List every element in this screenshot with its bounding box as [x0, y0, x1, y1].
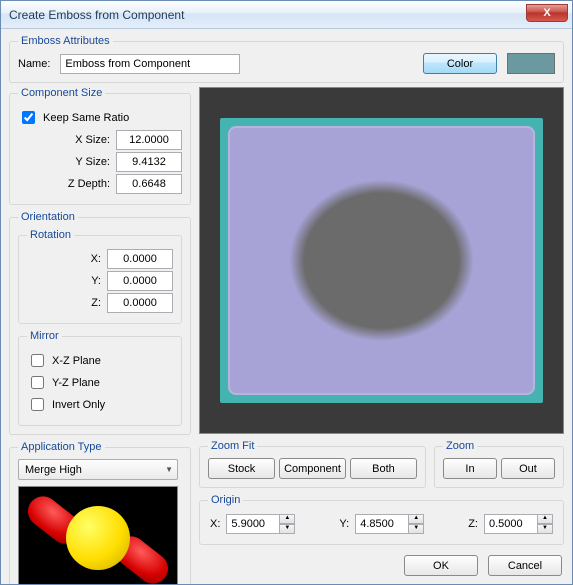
rot-z-label: Z: — [81, 297, 101, 309]
mirror-xz-checkbox[interactable]: X-Z Plane — [27, 351, 173, 370]
dialog-window: Create Emboss from Component X Emboss At… — [0, 0, 573, 585]
rotation-group: Rotation X: Y: Z: — [18, 229, 182, 324]
emboss-attributes-group: Emboss Attributes Name: Color — [9, 35, 564, 83]
rot-x-label: X: — [81, 253, 101, 265]
spin-down-icon[interactable]: ▼ — [279, 524, 295, 534]
apptype-value: Merge High — [25, 464, 82, 476]
component-size-group: Component Size Keep Same Ratio X Size: Y… — [9, 87, 191, 205]
invert-only-checkbox[interactable]: Invert Only — [27, 395, 173, 414]
apptype-preview — [18, 486, 178, 584]
cancel-button[interactable]: Cancel — [488, 555, 562, 576]
titlebar[interactable]: Create Emboss from Component X — [1, 1, 572, 29]
zoom-group: Zoom In Out — [434, 440, 564, 488]
origin-group: Origin X: ▲▼ Y: ▲▼ Z: ▲▼ — [199, 494, 564, 545]
origin-legend: Origin — [208, 494, 243, 506]
close-icon: X — [543, 7, 550, 19]
color-button[interactable]: Color — [423, 53, 497, 74]
zdepth-input[interactable] — [116, 174, 182, 194]
rot-x-input[interactable] — [107, 249, 173, 269]
origin-x-label: X: — [210, 518, 220, 530]
mirror-yz-checkbox[interactable]: Y-Z Plane — [27, 373, 173, 392]
origin-y-label: Y: — [339, 518, 349, 530]
close-button[interactable]: X — [526, 4, 568, 22]
spin-down-icon[interactable]: ▼ — [408, 524, 424, 534]
rot-y-label: Y: — [81, 275, 101, 287]
zoomfit-legend: Zoom Fit — [208, 440, 257, 452]
name-input[interactable] — [60, 54, 240, 74]
keep-ratio-checkbox[interactable]: Keep Same Ratio — [18, 108, 182, 127]
zoom-in-button[interactable]: In — [443, 458, 497, 479]
spin-down-icon[interactable]: ▼ — [537, 524, 553, 534]
zoomfit-stock-button[interactable]: Stock — [208, 458, 275, 479]
origin-x-input[interactable] — [226, 514, 280, 534]
rotation-legend: Rotation — [27, 229, 74, 241]
rot-z-input[interactable] — [107, 293, 173, 313]
spin-up-icon[interactable]: ▲ — [537, 514, 553, 524]
spin-up-icon[interactable]: ▲ — [279, 514, 295, 524]
apptype-select[interactable]: Merge High ▼ — [18, 459, 178, 480]
preview-viewport[interactable] — [199, 87, 564, 434]
ysize-input[interactable] — [116, 152, 182, 172]
ok-button[interactable]: OK — [404, 555, 478, 576]
xsize-input[interactable] — [116, 130, 182, 150]
application-type-group: Application Type Merge High ▼ — [9, 441, 191, 584]
mirror-group: Mirror X-Z Plane Y-Z Plane Invert Only — [18, 330, 182, 426]
window-title: Create Emboss from Component — [9, 8, 184, 22]
orientation-legend: Orientation — [18, 211, 78, 223]
mirror-legend: Mirror — [27, 330, 62, 342]
emboss-legend: Emboss Attributes — [18, 35, 113, 47]
zoomfit-component-button[interactable]: Component — [279, 458, 346, 479]
spin-up-icon[interactable]: ▲ — [408, 514, 424, 524]
zoom-legend: Zoom — [443, 440, 477, 452]
name-label: Name: — [18, 58, 50, 70]
ysize-label: Y Size: — [52, 156, 110, 168]
xsize-label: X Size: — [52, 134, 110, 146]
color-swatch[interactable] — [507, 53, 555, 74]
origin-y-input[interactable] — [355, 514, 409, 534]
zdepth-label: Z Depth: — [52, 178, 110, 190]
rot-y-input[interactable] — [107, 271, 173, 291]
yellow-sphere-icon — [66, 506, 130, 570]
preview-component — [228, 126, 535, 395]
dialog-body: Emboss Attributes Name: Color Component … — [1, 29, 572, 584]
zoomfit-both-button[interactable]: Both — [350, 458, 417, 479]
zoom-fit-group: Zoom Fit Stock Component Both — [199, 440, 426, 488]
chevron-down-icon: ▼ — [165, 465, 173, 474]
size-legend: Component Size — [18, 87, 105, 99]
zoom-out-button[interactable]: Out — [501, 458, 555, 479]
origin-z-label: Z: — [468, 518, 478, 530]
preview-stock — [220, 118, 543, 403]
orientation-group: Orientation Rotation X: Y: Z: Mirror X-Z… — [9, 211, 191, 435]
apptype-legend: Application Type — [18, 441, 105, 453]
origin-z-input[interactable] — [484, 514, 538, 534]
